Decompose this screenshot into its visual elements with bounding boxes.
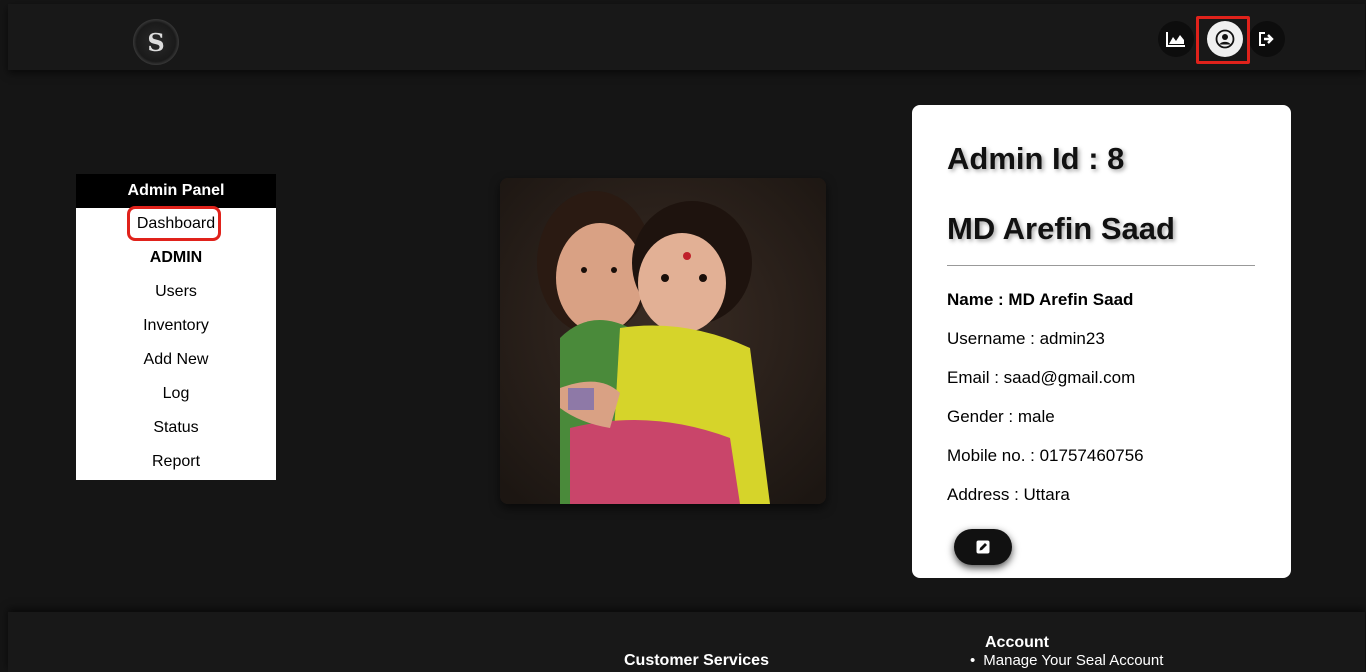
sidebar-item-label: Inventory (143, 317, 209, 334)
site-logo[interactable]: S (133, 19, 179, 65)
footer-account-heading: Account (985, 634, 1049, 651)
sidebar-item-label: Log (162, 385, 190, 402)
footer: Customer Services Account Manage Your Se… (8, 612, 1365, 672)
edit-profile-button[interactable] (954, 529, 1012, 565)
profile-highlight-box (1196, 16, 1250, 64)
edit-icon (976, 540, 990, 554)
admin-id-heading: Admin Id : 8 (947, 141, 1125, 176)
username-field: Username : admin23 (947, 329, 1105, 348)
footer-customer-services-heading: Customer Services (624, 652, 769, 669)
sidebar-item-status[interactable]: Status (76, 412, 276, 446)
sidebar-item-add-new[interactable]: Add New (76, 344, 276, 378)
profile-photo-image (500, 178, 826, 504)
address-field: Address : Uttara (947, 485, 1070, 504)
admin-panel-title: Admin Panel (76, 174, 276, 208)
stats-icon (1166, 32, 1185, 47)
top-navbar: S (8, 4, 1365, 70)
gender-field: Gender : male (947, 407, 1055, 426)
logout-icon (1259, 32, 1274, 46)
sidebar-item-label: Add New (143, 351, 209, 368)
sidebar-menu: Dashboard ADMIN Users Inventory Add New … (76, 208, 276, 480)
profile-photo (500, 178, 826, 504)
sidebar-item-log[interactable]: Log (76, 378, 276, 412)
stats-button[interactable] (1158, 21, 1194, 57)
email-field: Email : saad@gmail.com (947, 368, 1136, 387)
sidebar-item-inventory[interactable]: Inventory (76, 310, 276, 344)
sidebar-item-label: Status (153, 419, 199, 436)
admin-panel-sidebar: Admin Panel Dashboard ADMIN Users Invent… (76, 174, 276, 480)
sidebar-item-label: ADMIN (149, 249, 203, 266)
sidebar-item-users[interactable]: Users (76, 276, 276, 310)
sidebar-item-report[interactable]: Report (76, 446, 276, 480)
mobile-field: Mobile no. : 01757460756 (947, 446, 1144, 465)
sidebar-item-admin[interactable]: ADMIN (76, 242, 276, 276)
admin-highlight-box (127, 206, 221, 241)
sidebar-item-label: Users (155, 283, 197, 300)
logout-button[interactable] (1249, 21, 1285, 57)
footer-account-link[interactable]: Manage Your Seal Account (970, 652, 1163, 669)
logo-letter: S (147, 27, 165, 57)
name-field: Name : MD Arefin Saad (947, 290, 1134, 309)
profile-card: Admin Id : 8 MD Arefin Saad Name : MD Ar… (912, 105, 1291, 578)
card-divider (947, 265, 1255, 266)
sidebar-item-label: Report (151, 453, 201, 470)
admin-name-heading: MD Arefin Saad (947, 211, 1175, 246)
